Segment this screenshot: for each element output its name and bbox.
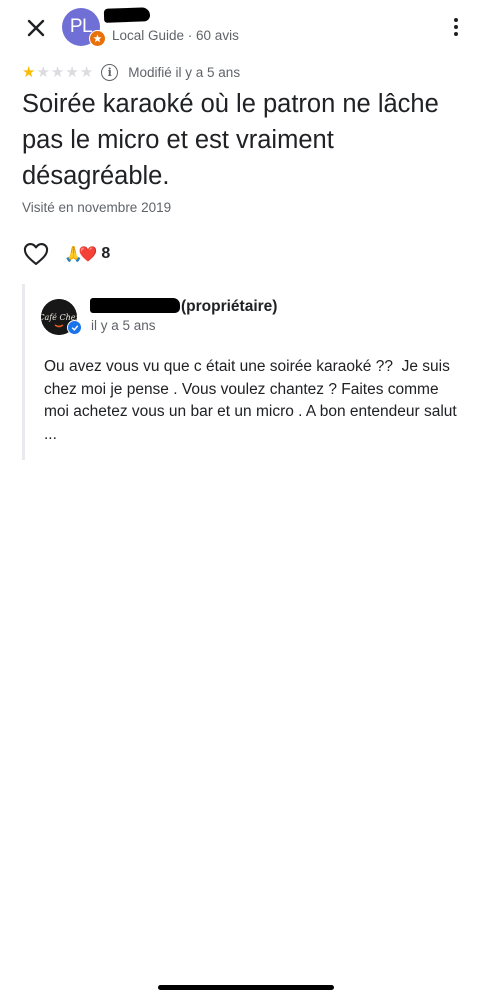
owner-response-divider xyxy=(22,284,25,460)
more-vert-icon xyxy=(454,18,458,22)
reaction-emoji-icons: 🙏❤️ xyxy=(64,246,97,263)
reaction-count: 8 xyxy=(101,245,111,262)
close-icon xyxy=(27,19,45,37)
owner-label: (propriétaire) xyxy=(181,298,278,315)
close-button[interactable] xyxy=(22,14,50,42)
review-title: Soirée karaoké où le patron ne lâche pas… xyxy=(22,90,439,190)
more-options-button[interactable] xyxy=(444,14,468,40)
local-guide-badge-icon xyxy=(89,30,106,47)
modified-date: Modifié il y a 5 ans xyxy=(128,64,241,80)
visit-date: Visité en novembre 2019 xyxy=(22,200,172,215)
star-icon: ★ xyxy=(79,63,94,81)
like-button[interactable] xyxy=(22,240,50,268)
star-icon: ★ xyxy=(36,63,50,81)
author-meta: Local Guide · 60 avis xyxy=(112,28,239,43)
rating-row: ★ ★ ★ ★ ★ i Modifié il y a 5 ans xyxy=(22,62,240,82)
info-icon[interactable]: i xyxy=(101,63,119,81)
star-rating: ★ ★ ★ ★ ★ xyxy=(22,65,93,80)
heart-outline-icon xyxy=(23,243,49,265)
redacted-owner-name xyxy=(90,298,180,313)
verified-check-icon xyxy=(67,320,82,335)
star-icon: ★ xyxy=(22,63,36,81)
home-indicator[interactable] xyxy=(158,985,334,990)
reaction-summary[interactable]: 🙏❤️ 8 xyxy=(64,243,110,265)
owner-response-date: il y a 5 ans xyxy=(91,318,156,333)
star-icon: ★ xyxy=(65,63,79,81)
star-icon: ★ xyxy=(50,63,65,81)
redacted-author-name xyxy=(103,7,151,23)
owner-response-text: Ou avez vous vu que c était une soirée k… xyxy=(44,358,462,443)
